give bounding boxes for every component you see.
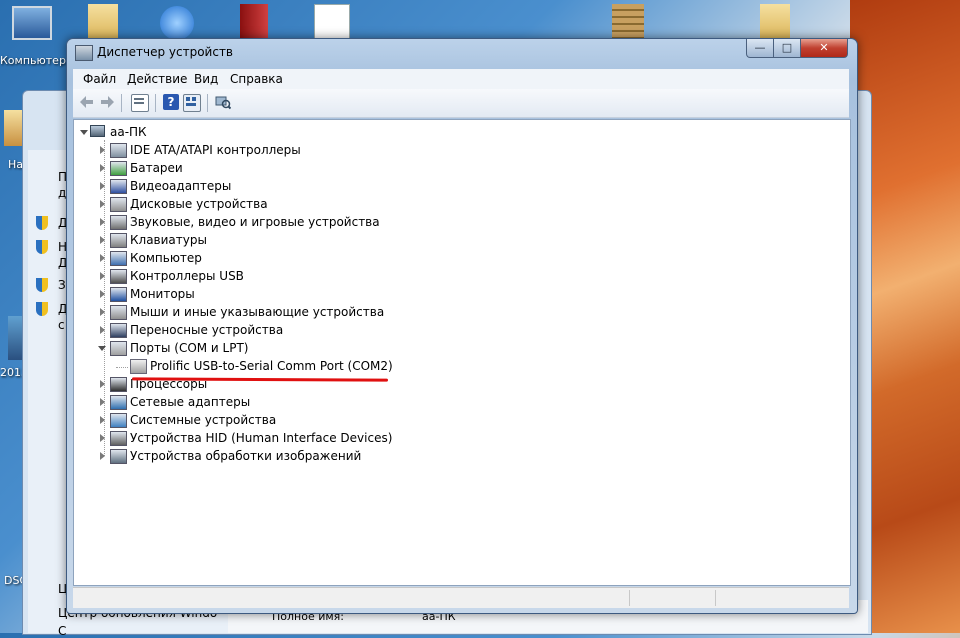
maximize-button[interactable]: □ bbox=[773, 39, 801, 58]
tree-category-label: Дисковые устройства bbox=[130, 197, 268, 211]
properties-icon[interactable] bbox=[131, 94, 149, 112]
view-icon[interactable] bbox=[183, 94, 201, 112]
back-icon[interactable] bbox=[79, 94, 95, 110]
hid-icon bbox=[110, 431, 127, 446]
status-bar bbox=[73, 587, 849, 608]
desktop-computer-label: Компьютер bbox=[0, 54, 66, 67]
toolbar-separator bbox=[207, 94, 208, 112]
display-adapter-icon bbox=[110, 179, 127, 194]
shield-icon bbox=[36, 216, 48, 230]
tree-category-label: Сетевые адаптеры bbox=[130, 395, 251, 409]
expand-icon[interactable] bbox=[100, 290, 105, 298]
computer-icon bbox=[110, 251, 127, 266]
tree-category-label: Мониторы bbox=[130, 287, 195, 301]
tree-category-label: Клавиатуры bbox=[130, 233, 207, 247]
port-icon bbox=[110, 341, 127, 356]
menu-file[interactable]: Файл bbox=[83, 72, 116, 86]
battery-icon bbox=[110, 161, 127, 176]
system-device-icon bbox=[110, 413, 127, 428]
close-button[interactable]: ✕ bbox=[800, 39, 848, 58]
desktop-ie-icon[interactable] bbox=[160, 6, 194, 40]
desktop-computer-icon[interactable] bbox=[12, 6, 52, 40]
expand-icon[interactable] bbox=[100, 182, 105, 190]
serial-port-icon bbox=[130, 359, 147, 374]
menu-bar: Файл Действие Вид Справка bbox=[73, 69, 849, 89]
back-item: З bbox=[58, 278, 66, 292]
network-adapter-icon bbox=[110, 395, 127, 410]
expand-icon[interactable] bbox=[100, 236, 105, 244]
expand-icon[interactable] bbox=[100, 452, 105, 460]
imaging-device-icon bbox=[110, 449, 127, 464]
menu-view[interactable]: Вид bbox=[194, 72, 218, 86]
expand-icon[interactable] bbox=[100, 200, 105, 208]
ide-controller-icon bbox=[110, 143, 127, 158]
tree-category-label: Контроллеры USB bbox=[130, 269, 244, 283]
toolbar-separator bbox=[121, 94, 122, 112]
desktop-left-icon-1[interactable] bbox=[4, 110, 22, 146]
processor-icon bbox=[110, 377, 127, 392]
keyboard-icon bbox=[110, 233, 127, 248]
desktop-archive-icon[interactable] bbox=[612, 4, 644, 42]
device-manager-icon bbox=[75, 45, 93, 61]
tree-root-label: аа-ПК bbox=[110, 125, 147, 139]
title-bar[interactable]: Диспетчер устройств — □ ✕ bbox=[67, 39, 857, 67]
minimize-button[interactable]: — bbox=[746, 39, 774, 58]
menu-action[interactable]: Действие bbox=[127, 72, 187, 86]
usb-icon bbox=[110, 269, 127, 284]
monitor-icon bbox=[110, 287, 127, 302]
expand-icon[interactable] bbox=[100, 164, 105, 172]
computer-icon bbox=[90, 125, 105, 137]
shield-icon bbox=[36, 240, 48, 254]
tree-category-label: Видеоадаптеры bbox=[130, 179, 232, 193]
toolbar: ? bbox=[73, 89, 849, 118]
expand-icon[interactable] bbox=[100, 398, 105, 406]
expand-icon[interactable] bbox=[100, 272, 105, 280]
expand-icon[interactable] bbox=[100, 326, 105, 334]
toolbar-separator bbox=[155, 94, 156, 112]
tree-category-label: Переносные устройства bbox=[130, 323, 284, 337]
back-item: с bbox=[58, 318, 65, 332]
collapse-icon[interactable] bbox=[98, 346, 106, 351]
forward-icon[interactable] bbox=[99, 94, 115, 110]
portable-device-icon bbox=[110, 323, 127, 338]
mouse-icon bbox=[110, 305, 127, 320]
collapse-icon[interactable] bbox=[80, 130, 88, 135]
tree-category-label: Порты (COM и LPT) bbox=[130, 341, 249, 355]
expand-icon[interactable] bbox=[100, 380, 105, 388]
scan-hardware-icon[interactable] bbox=[215, 94, 232, 110]
disk-drive-icon bbox=[110, 197, 127, 212]
shield-icon bbox=[36, 302, 48, 316]
expand-icon[interactable] bbox=[100, 308, 105, 316]
shield-icon bbox=[36, 278, 48, 292]
desktop-left-label-1: На bbox=[8, 158, 24, 171]
tree-device-label: Prolific USB-to-Serial Comm Port (COM2) bbox=[150, 359, 393, 373]
tree-category-label: Устройства обработки изображений bbox=[130, 449, 362, 463]
window-title: Диспетчер устройств bbox=[97, 45, 234, 59]
status-segment bbox=[629, 590, 630, 606]
tree-category-label: Устройства HID (Human Interface Devices) bbox=[130, 431, 393, 445]
expand-icon[interactable] bbox=[100, 416, 105, 424]
tree-category-label: Мыши и иные указывающие устройства bbox=[130, 305, 385, 319]
expand-icon[interactable] bbox=[100, 434, 105, 442]
device-tree[interactable]: аа-ПК IDE ATA/ATAPI контроллеры Батареи Ви… bbox=[73, 119, 851, 586]
device-manager-window: Диспетчер устройств — □ ✕ Файл Действие … bbox=[66, 38, 858, 614]
back-link[interactable]: С bbox=[58, 624, 66, 638]
tree-category-label: Компьютер bbox=[130, 251, 202, 265]
menu-help[interactable]: Справка bbox=[230, 72, 283, 86]
expand-icon[interactable] bbox=[100, 254, 105, 262]
tree-category-label: Батареи bbox=[130, 161, 183, 175]
expand-icon[interactable] bbox=[100, 146, 105, 154]
tree-connector-line bbox=[116, 367, 128, 368]
tree-category-label: IDE ATA/ATAPI контроллеры bbox=[130, 143, 301, 157]
tree-category-label: Звуковые, видео и игровые устройства bbox=[130, 215, 380, 229]
status-segment bbox=[715, 590, 716, 606]
help-icon[interactable]: ? bbox=[163, 94, 179, 110]
tree-category-label: Системные устройства bbox=[130, 413, 277, 427]
expand-icon[interactable] bbox=[100, 218, 105, 226]
sound-icon bbox=[110, 215, 127, 230]
